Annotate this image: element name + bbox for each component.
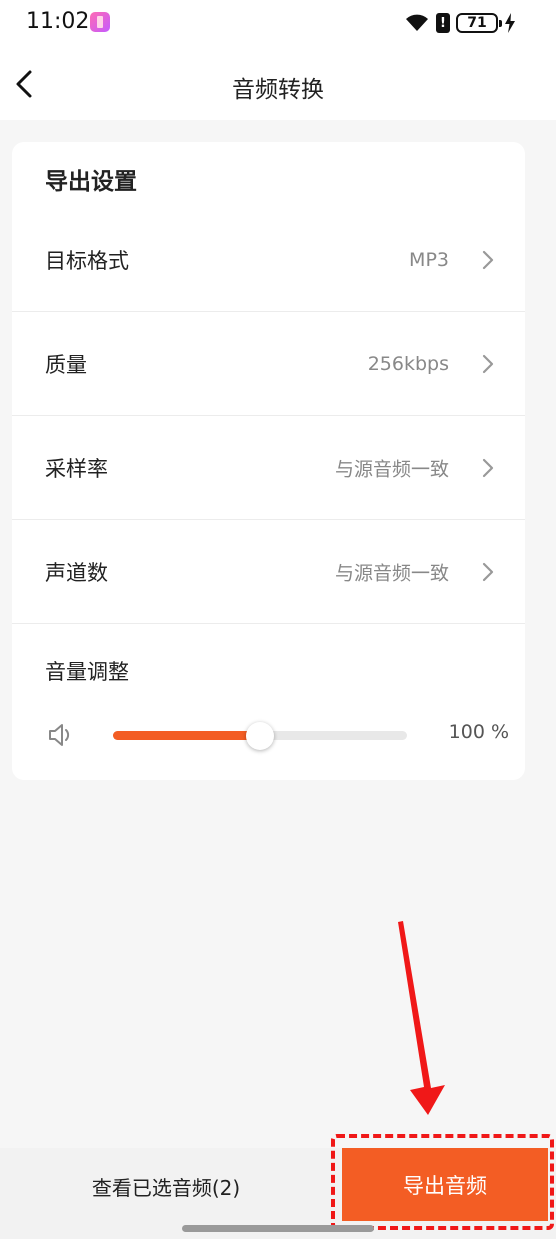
row-channels[interactable]: 声道数 与源音频一致 <box>12 520 525 624</box>
volume-slider-thumb[interactable] <box>246 721 274 750</box>
volume-slider[interactable] <box>113 721 407 750</box>
status-time: 11:02 <box>26 9 90 34</box>
chevron-right-icon <box>482 250 494 269</box>
status-bar: 11:02 ! 71 <box>0 0 556 46</box>
row-value: 与源音频一致 <box>334 458 449 480</box>
volume-slider-fill <box>113 731 260 740</box>
row-target-format[interactable]: 目标格式 MP3 <box>12 208 525 312</box>
speaker-icon <box>49 724 70 746</box>
row-label: 采样率 <box>45 456 108 481</box>
row-value: MP3 <box>409 248 449 271</box>
view-selected-audio-button[interactable]: 查看已选音频(2) <box>0 1148 332 1224</box>
volume-label: 音量调整 <box>45 660 129 684</box>
chevron-right-icon <box>482 458 494 477</box>
row-value: 256kbps <box>367 352 449 375</box>
export-settings-card: 导出设置 目标格式 MP3 质量 256kbps 采样率 与源音频一致 声道数 … <box>12 142 525 780</box>
alert-icon: ! <box>436 13 450 33</box>
export-audio-button[interactable]: 导出音频 <box>342 1148 548 1221</box>
row-value: 与源音频一致 <box>334 562 449 584</box>
home-indicator <box>182 1225 374 1232</box>
row-label: 目标格式 <box>45 248 129 273</box>
status-icons: ! 71 <box>404 12 516 34</box>
section-title: 导出设置 <box>45 169 137 195</box>
row-label: 质量 <box>45 352 87 377</box>
battery-icon: 71 <box>456 13 502 33</box>
row-quality[interactable]: 质量 256kbps <box>12 312 525 416</box>
app-notification-icon <box>90 12 110 32</box>
chevron-right-icon <box>482 354 494 373</box>
row-sample-rate[interactable]: 采样率 与源音频一致 <box>12 416 525 520</box>
volume-value: 100 % <box>448 721 509 743</box>
chevron-right-icon <box>482 562 494 581</box>
row-label: 声道数 <box>45 560 108 585</box>
charging-icon <box>505 13 515 33</box>
page-title: 音频转换 <box>232 77 324 103</box>
wifi-icon <box>406 14 428 31</box>
nav-bar: 音频转换 <box>0 46 556 120</box>
